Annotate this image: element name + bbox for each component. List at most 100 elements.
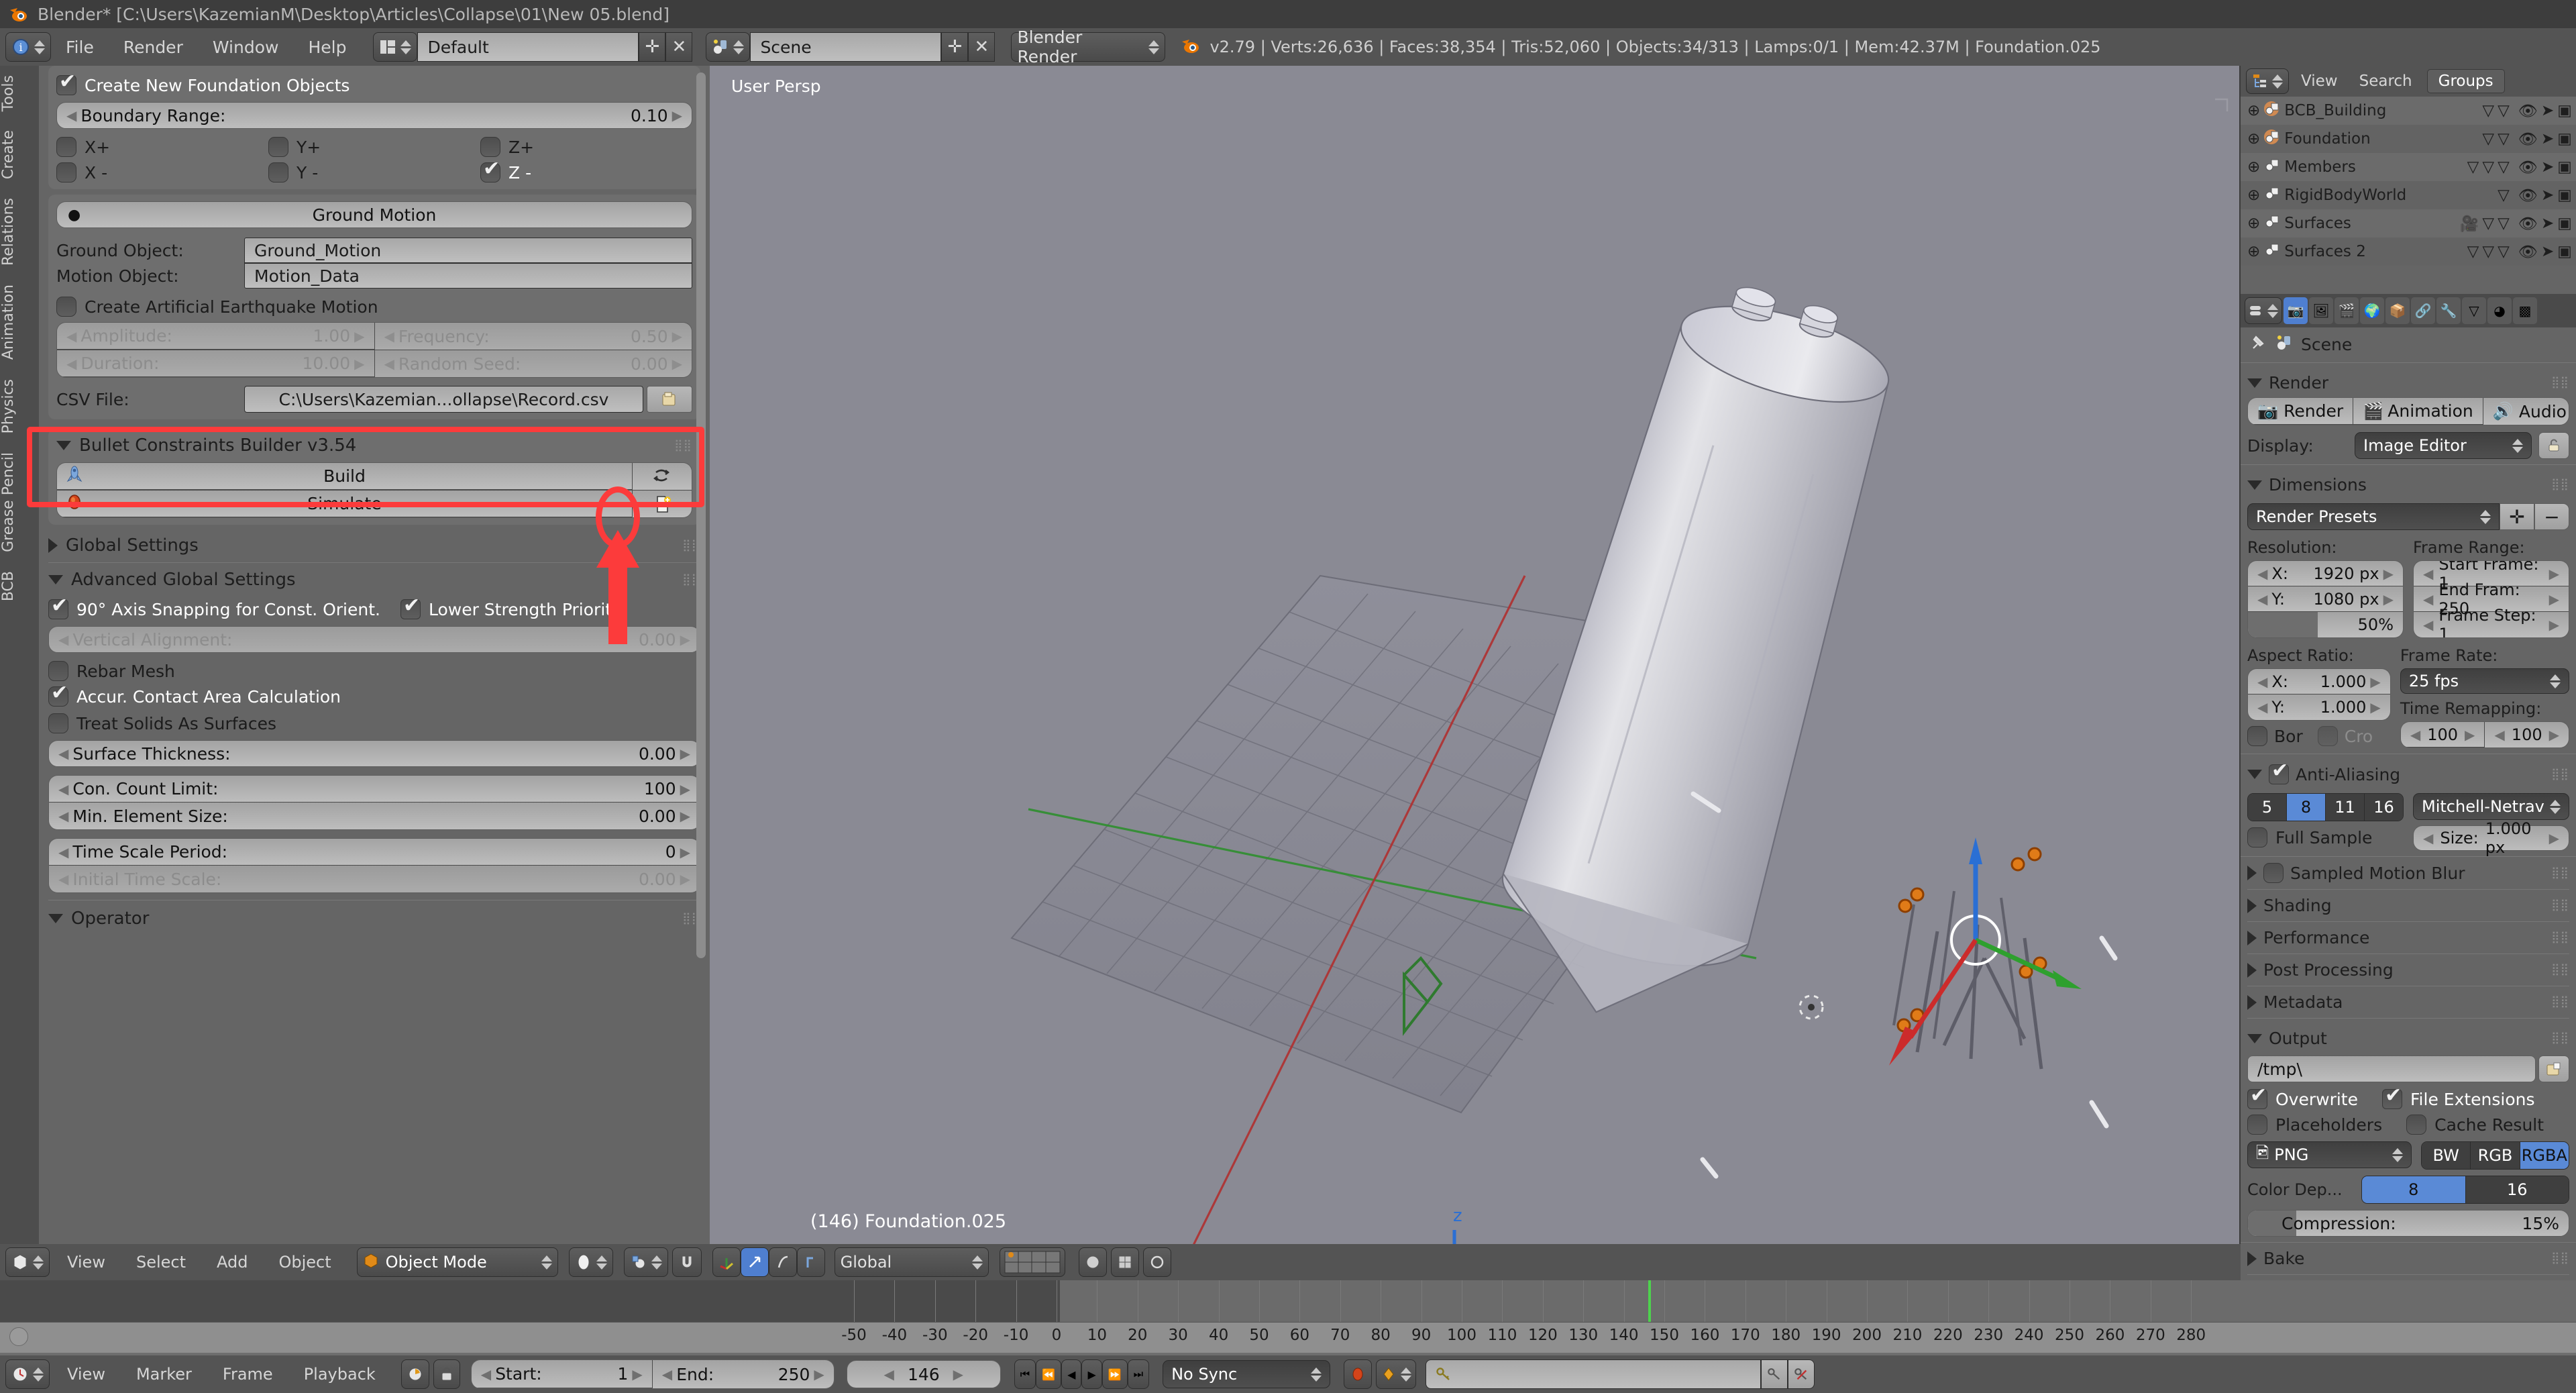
build-extra-button[interactable] bbox=[633, 463, 692, 490]
delete-keyframe-button[interactable] bbox=[1788, 1359, 1815, 1389]
timeline-scroll-handle[interactable] bbox=[9, 1327, 28, 1346]
metadata-header[interactable]: Metadata ⣿⣿ bbox=[2247, 988, 2569, 1017]
simulate-new-file-button[interactable] bbox=[633, 491, 692, 517]
solids-as-surfaces-row[interactable]: Treat Solids As Surfaces bbox=[48, 713, 700, 733]
renderability-camera-icon[interactable]: ▣ bbox=[2557, 102, 2572, 120]
outliner-row-bcb-building[interactable]: ⊕ BCB_Building ▽ ▽ 👁 ➤ ▣ bbox=[2241, 97, 2576, 125]
frequency-field[interactable]: ◀ Frequency: 0.50 ▶ bbox=[374, 323, 692, 350]
renderability-camera-icon[interactable]: ▣ bbox=[2557, 243, 2572, 261]
scene-browse-button[interactable] bbox=[706, 32, 751, 62]
add-scene-button[interactable]: ✛ bbox=[941, 32, 969, 62]
timeline-menu-view[interactable]: View bbox=[54, 1365, 119, 1384]
render-shading-button[interactable] bbox=[1078, 1247, 1107, 1277]
manipulator-curve-button[interactable] bbox=[768, 1247, 797, 1277]
time-scale-period-field[interactable]: ◀ Time Scale Period: 0 ▶ bbox=[49, 839, 700, 866]
vertical-alignment-field[interactable]: ◀ Vertical Alignment: 0.00 ▶ bbox=[48, 626, 700, 653]
expand-icon[interactable]: ⊕ bbox=[2247, 215, 2260, 232]
visibility-eye-icon[interactable]: 👁 bbox=[2518, 130, 2538, 148]
dimensions-panel-header[interactable]: Dimensions ⣿⣿ bbox=[2247, 470, 2569, 499]
artificial-quake-checkbox[interactable] bbox=[56, 297, 76, 317]
scene-name[interactable]: Scene bbox=[750, 32, 942, 62]
viewport-menu-select[interactable]: Select bbox=[123, 1253, 199, 1272]
snap-during-transform-button[interactable] bbox=[672, 1247, 702, 1277]
time-remap-old-field[interactable]: ◀ 100 ▶ bbox=[2400, 722, 2485, 747]
timeline-menu-playback[interactable]: Playback bbox=[290, 1365, 389, 1384]
render-audio-button[interactable]: 🔊 Audio bbox=[2483, 398, 2569, 425]
selectability-cursor-icon[interactable]: ➤ bbox=[2541, 158, 2554, 176]
delete-screen-layout-button[interactable]: ✕ bbox=[665, 32, 693, 62]
axis-snapping-checkbox[interactable] bbox=[48, 596, 68, 619]
axis-yplus-checkbox[interactable] bbox=[268, 137, 288, 157]
renderability-camera-icon[interactable]: ▣ bbox=[2557, 158, 2572, 176]
manipulator-translate-button[interactable] bbox=[712, 1247, 741, 1277]
axis-xminus-row[interactable]: X - bbox=[56, 162, 268, 183]
file-extensions-checkbox[interactable] bbox=[2382, 1086, 2402, 1109]
render-image-button[interactable]: 📷 Render bbox=[2248, 398, 2354, 425]
auto-keyframe-button[interactable] bbox=[1344, 1359, 1373, 1389]
antialiasing-checkbox[interactable] bbox=[2269, 761, 2289, 784]
advanced-global-settings-header[interactable]: Advanced Global Settings ⣿⣿ bbox=[48, 564, 700, 599]
add-screen-layout-button[interactable]: ✛ bbox=[639, 32, 666, 62]
visibility-eye-icon[interactable]: 👁 bbox=[2518, 102, 2538, 120]
axis-yminus-checkbox[interactable] bbox=[268, 162, 288, 183]
resolution-x-field[interactable]: ◀ X: 1920 px ▶ bbox=[2248, 561, 2403, 586]
bcb-panel-header[interactable]: Bullet Constraints Builder v3.54 ⣿⣿ bbox=[56, 435, 692, 456]
display-lock-button[interactable] bbox=[2538, 432, 2569, 459]
tab-scene-icon[interactable]: 🎬 bbox=[2334, 297, 2359, 324]
menu-window[interactable]: Window bbox=[198, 38, 294, 57]
render-engine-dropdown[interactable]: Blender Render bbox=[1011, 28, 1166, 66]
bake-header[interactable]: Bake ⣿⣿ bbox=[2247, 1244, 2569, 1273]
file-format-dropdown[interactable]: 🖻 PNG bbox=[2247, 1141, 2412, 1168]
outliner-row-members[interactable]: ⊕ Members ▽ ▽ ▽ 👁 ➤ ▣ bbox=[2241, 153, 2576, 181]
aa-filter-dropdown[interactable]: Mitchell-Netrav bbox=[2413, 793, 2569, 820]
tab-bcb[interactable]: BCB bbox=[0, 562, 39, 611]
frame-rate-dropdown[interactable]: 25 fps bbox=[2400, 668, 2569, 694]
timeline-start-field[interactable]: ◀ Start: 1 ▶ bbox=[471, 1360, 653, 1388]
build-button[interactable]: Build bbox=[57, 463, 633, 490]
selectability-cursor-icon[interactable]: ➤ bbox=[2541, 215, 2554, 233]
expand-icon[interactable]: ⊕ bbox=[2247, 187, 2260, 204]
tab-object-icon[interactable]: 📦 bbox=[2385, 297, 2410, 324]
operator-header[interactable]: Operator ⣿⣿ bbox=[48, 902, 700, 935]
simulate-button[interactable]: Simulate bbox=[57, 491, 633, 517]
tab-modifiers-icon[interactable]: 🔧 bbox=[2436, 297, 2461, 324]
create-new-foundation-row[interactable]: Create New Foundation Objects bbox=[56, 72, 692, 95]
operator-row[interactable]: Operator ⣿⣿ bbox=[48, 900, 700, 935]
aa-sample-5[interactable]: 5 bbox=[2248, 794, 2287, 821]
remove-preset-button[interactable]: − bbox=[2534, 503, 2569, 530]
timeline-end-field[interactable]: ◀ End: 250 ▶ bbox=[652, 1360, 834, 1388]
compression-slider[interactable]: Compression: 15% bbox=[2247, 1210, 2569, 1237]
aa-samples-toggle[interactable]: 5 8 11 16 bbox=[2247, 793, 2404, 821]
render-presets-dropdown[interactable]: Render Presets bbox=[2247, 503, 2500, 530]
color-depth-16[interactable]: 16 bbox=[2465, 1176, 2569, 1203]
timeline-editor-type-button[interactable] bbox=[5, 1359, 50, 1389]
csv-file-input[interactable]: C:\Users\Kazemian...ollapse\Record.csv bbox=[244, 386, 643, 413]
editor-type-info-button[interactable]: i bbox=[5, 32, 51, 62]
create-new-foundation-checkbox[interactable] bbox=[56, 72, 76, 95]
play-reverse-button[interactable]: ◀ bbox=[1061, 1359, 1082, 1389]
sampled-motion-blur-checkbox[interactable] bbox=[2263, 863, 2284, 883]
jump-to-start-button[interactable]: ⏮ bbox=[1014, 1359, 1036, 1389]
tab-grease-pencil[interactable]: Grease Pencil bbox=[0, 443, 39, 562]
motion-object-input[interactable]: Motion_Data bbox=[244, 263, 692, 289]
selectability-cursor-icon[interactable]: ➤ bbox=[2541, 130, 2554, 148]
contact-area-checkbox[interactable] bbox=[48, 683, 68, 707]
screen-layout-name[interactable]: Default bbox=[417, 32, 639, 62]
increment-arrow-icon[interactable]: ▶ bbox=[672, 107, 682, 123]
play-button[interactable]: ▶ bbox=[1081, 1359, 1102, 1389]
render-animation-button[interactable]: 🎬 Animation bbox=[2353, 398, 2483, 425]
timeline-menu-marker[interactable]: Marker bbox=[123, 1365, 205, 1384]
viewport-editor-type-button[interactable] bbox=[5, 1247, 50, 1277]
axis-yplus-row[interactable]: Y+ bbox=[268, 137, 480, 157]
jump-to-next-keyframe-button[interactable]: ⏩ bbox=[1102, 1359, 1128, 1389]
axis-xminus-checkbox[interactable] bbox=[56, 162, 76, 183]
color-depth-8[interactable]: 8 bbox=[2362, 1176, 2466, 1203]
transform-orientation-dropdown[interactable]: Global bbox=[834, 1247, 989, 1277]
crop-checkbox[interactable] bbox=[2317, 726, 2338, 746]
boundary-range-field[interactable]: ◀ Boundary Range: 0.10 ▶ bbox=[56, 102, 692, 129]
current-frame-field[interactable]: ◀ 146 ▶ bbox=[846, 1360, 1001, 1388]
tab-physics[interactable]: Physics bbox=[0, 370, 39, 443]
full-sample-checkbox[interactable] bbox=[2247, 827, 2267, 847]
outliner-display-mode-dropdown[interactable]: Groups bbox=[2426, 69, 2505, 93]
post-processing-header[interactable]: Post Processing ⣿⣿ bbox=[2247, 956, 2569, 984]
